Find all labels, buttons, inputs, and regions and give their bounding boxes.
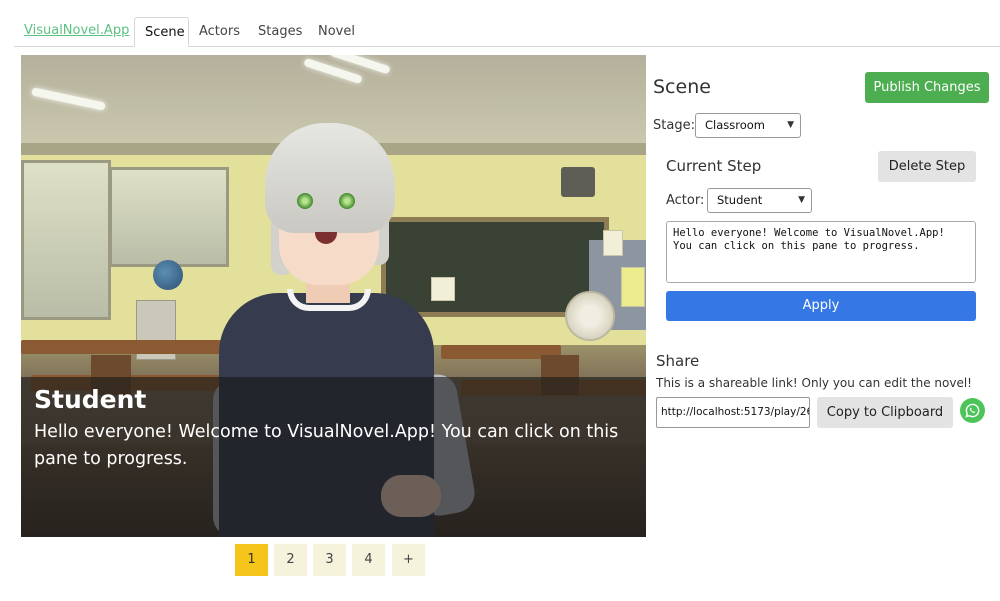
current-step-title: Current Step: [666, 157, 762, 175]
apply-button[interactable]: Apply: [666, 291, 976, 321]
share-description: This is a shareable link! Only you can e…: [656, 376, 972, 390]
tab-novel[interactable]: Novel: [308, 17, 365, 47]
scene-panel-title: Scene: [653, 76, 711, 98]
stage-label: Stage:: [653, 118, 695, 133]
actor-select[interactable]: Student ▼: [707, 188, 812, 213]
tab-actors[interactable]: Actors: [189, 17, 250, 47]
step-page-2[interactable]: 2: [274, 544, 307, 576]
tab-stages[interactable]: Stages: [248, 17, 312, 47]
stage-select-value: Classroom: [705, 118, 766, 132]
scene-preview[interactable]: Student Hello everyone! Welcome to Visua…: [21, 55, 646, 537]
share-link-input[interactable]: http://localhost:5173/play/266: [656, 397, 810, 428]
speaker-name: Student: [34, 385, 147, 414]
top-nav: VisualNovel.App Scene Actors Stages Nove…: [0, 0, 1000, 48]
whatsapp-icon[interactable]: [960, 398, 985, 423]
dialogue-pane[interactable]: Student Hello everyone! Welcome to Visua…: [21, 377, 646, 537]
actor-label: Actor:: [666, 193, 705, 208]
delete-step-button[interactable]: Delete Step: [878, 151, 976, 182]
add-step-button[interactable]: +: [392, 544, 425, 576]
brand-link[interactable]: VisualNovel.App: [24, 23, 129, 38]
chevron-down-icon: ▼: [787, 120, 794, 130]
step-text-input[interactable]: [666, 221, 976, 283]
dialogue-text: Hello everyone! Welcome to VisualNovel.A…: [34, 422, 619, 469]
actor-select-value: Student: [717, 193, 763, 207]
chevron-down-icon: ▼: [798, 195, 805, 205]
step-page-4[interactable]: 4: [352, 544, 385, 576]
copy-to-clipboard-button[interactable]: Copy to Clipboard: [817, 397, 953, 428]
share-title: Share: [656, 352, 700, 370]
step-page-3[interactable]: 3: [313, 544, 346, 576]
publish-changes-button[interactable]: Publish Changes: [865, 72, 989, 103]
tab-scene[interactable]: Scene: [134, 17, 189, 47]
step-page-1[interactable]: 1: [235, 544, 268, 576]
stage-select[interactable]: Classroom ▼: [695, 113, 801, 138]
